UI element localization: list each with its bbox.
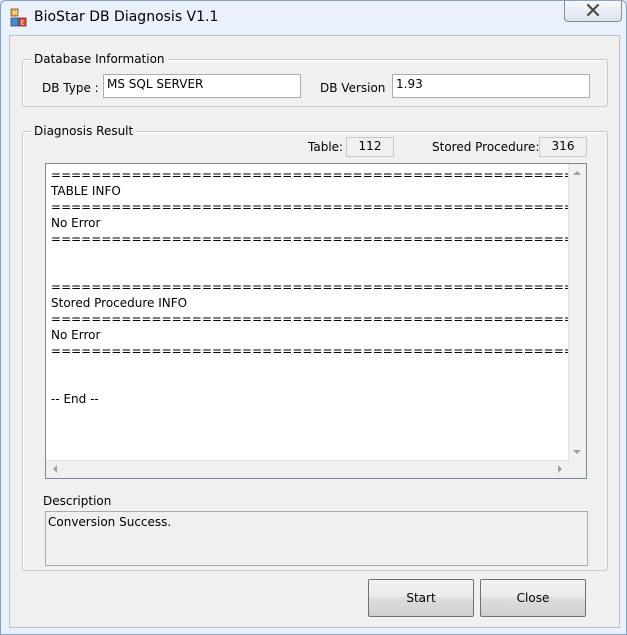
close-icon — [585, 3, 601, 20]
svg-text:E: E — [21, 20, 25, 27]
description-box[interactable]: Conversion Success. — [45, 511, 588, 566]
db-version-label: DB Version — [320, 81, 386, 95]
database-info-label: Database Information — [31, 52, 168, 66]
scroll-left-arrow-icon[interactable] — [53, 465, 57, 473]
app-window: M E BioStar DB Diagnosis V1.1 Database I… — [0, 0, 627, 635]
app-blocks-icon: M E — [10, 8, 28, 28]
diagnosis-result-label: Diagnosis Result — [31, 124, 137, 138]
window-title: BioStar DB Diagnosis V1.1 — [34, 9, 219, 25]
svg-text:M: M — [13, 10, 18, 17]
start-button[interactable]: Start — [368, 579, 474, 617]
db-type-label: DB Type : — [42, 81, 99, 95]
window-close-button[interactable] — [564, 1, 622, 22]
db-version-field[interactable]: 1.93 — [392, 74, 590, 98]
description-label: Description — [43, 494, 112, 508]
close-button[interactable]: Close — [480, 579, 586, 617]
table-count-field: 112 — [346, 137, 394, 157]
title-bar[interactable]: M E BioStar DB Diagnosis V1.1 — [1, 1, 626, 35]
diagnosis-log[interactable]: ========================================… — [45, 163, 587, 479]
vertical-scrollbar[interactable] — [568, 164, 586, 461]
client-area: Database Information DB Type : MS SQL SE… — [9, 35, 620, 628]
horizontal-scrollbar[interactable] — [46, 460, 569, 478]
diagnosis-log-text: ========================================… — [51, 168, 587, 406]
scrollbar-corner — [569, 461, 586, 478]
diagnosis-result-group: Diagnosis Result Table: 112 Stored Proce… — [22, 124, 608, 571]
scroll-down-arrow-icon[interactable] — [573, 450, 581, 454]
table-count-label: Table: — [308, 140, 344, 154]
db-type-field[interactable]: MS SQL SERVER — [103, 74, 301, 98]
database-info-group: Database Information DB Type : MS SQL SE… — [22, 52, 608, 107]
stored-procedure-count-label: Stored Procedure: — [432, 140, 540, 154]
scroll-right-arrow-icon[interactable] — [558, 465, 562, 473]
scroll-up-arrow-icon[interactable] — [573, 171, 581, 175]
stored-procedure-count-field: 316 — [539, 137, 587, 157]
